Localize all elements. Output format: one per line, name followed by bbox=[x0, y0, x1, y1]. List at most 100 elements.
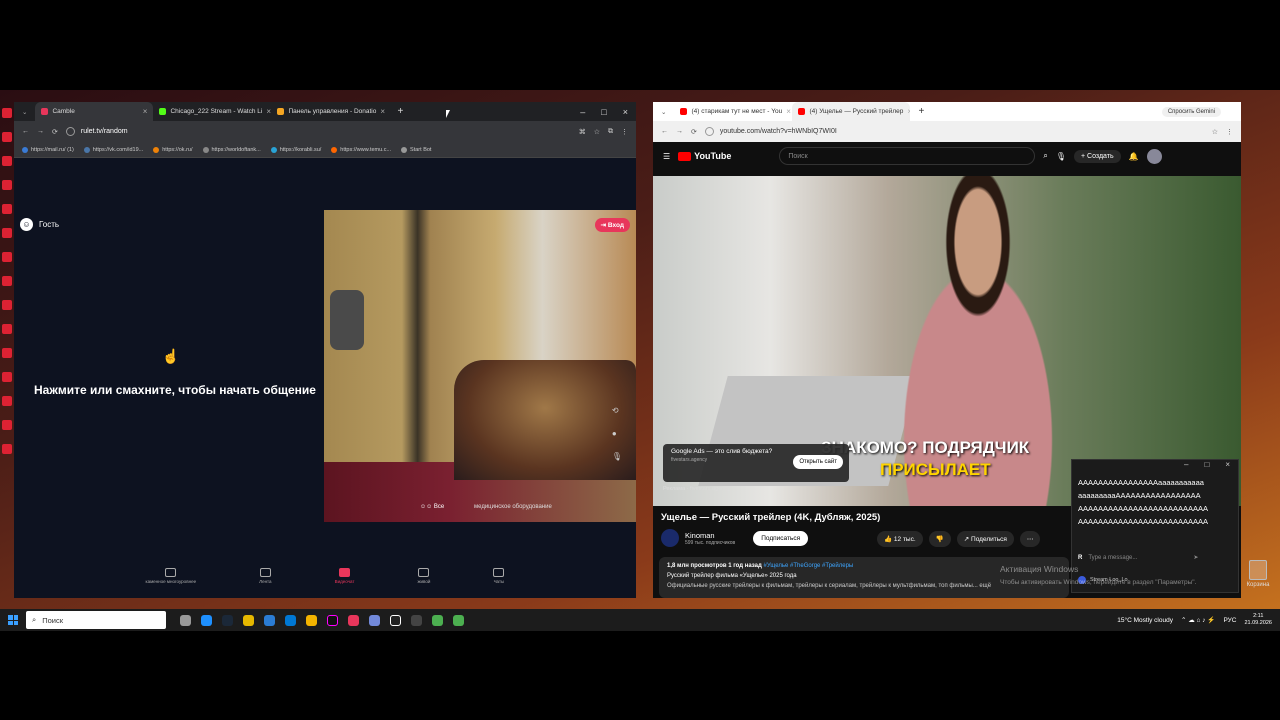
maximize-button[interactable]: □ bbox=[601, 107, 606, 117]
tab-donation-panel[interactable]: Панель управления - Donatio × bbox=[271, 102, 389, 121]
star-icon[interactable]: ☆ bbox=[594, 128, 600, 136]
search-input[interactable]: Поиск bbox=[779, 147, 1036, 165]
mic-icon[interactable]: 🎙 bbox=[612, 452, 622, 461]
bookmark-mail[interactable]: https://mail.ru/ (1) bbox=[22, 146, 74, 153]
ad-banner[interactable]: Google Ads — это слив бюджета? fivestars… bbox=[663, 444, 849, 482]
reload-icon[interactable]: ⟳ bbox=[691, 128, 697, 136]
close-window-button[interactable]: × bbox=[623, 107, 628, 117]
reload-icon[interactable]: ⟳ bbox=[52, 128, 58, 136]
channel-avatar[interactable] bbox=[661, 529, 679, 547]
site-info-icon[interactable] bbox=[704, 127, 714, 136]
steam-icon[interactable] bbox=[222, 614, 233, 626]
bell-icon[interactable]: 🔔 bbox=[1129, 152, 1139, 161]
feed-icon bbox=[259, 568, 271, 577]
login-button[interactable]: ⇥ Вход bbox=[594, 218, 630, 232]
maximize-button[interactable]: □ bbox=[1204, 460, 1209, 474]
bookmark-temu[interactable]: https://www.temu.c... bbox=[331, 146, 391, 153]
close-icon[interactable]: × bbox=[786, 107, 791, 116]
bookmark-ok[interactable]: https://ok.ru/ bbox=[153, 146, 193, 153]
dislike-button[interactable]: 👎 bbox=[928, 531, 951, 547]
url-field[interactable]: youtube.com/watch?v=hWNbIQ7WI0I bbox=[720, 128, 837, 135]
user-icon: ☺ bbox=[20, 218, 33, 231]
back-icon[interactable]: ← bbox=[22, 128, 29, 135]
start-chat-prompt[interactable]: Нажмите или смахните, чтобы начать общен… bbox=[34, 383, 316, 397]
app-icon[interactable] bbox=[348, 614, 359, 626]
extensions-icon[interactable]: ⧉ bbox=[608, 128, 613, 136]
nav-item-videochat[interactable]: Видеочат bbox=[335, 568, 354, 598]
open-site-button[interactable]: Открыть сайт bbox=[793, 455, 843, 469]
minimize-button[interactable]: – bbox=[1184, 460, 1188, 474]
create-button[interactable]: + Создать bbox=[1073, 149, 1121, 163]
youtube-logo[interactable]: YouTube bbox=[678, 151, 731, 161]
close-icon[interactable]: × bbox=[143, 107, 148, 116]
new-tab-button[interactable]: + bbox=[389, 106, 411, 117]
edge-alt-icon[interactable] bbox=[285, 614, 296, 626]
chat-input[interactable]: R Type a message... ➤ bbox=[1078, 554, 1198, 562]
edge-icon[interactable] bbox=[201, 614, 212, 626]
app-icon[interactable] bbox=[411, 614, 422, 626]
mic-icon[interactable]: 🎙 bbox=[1056, 152, 1066, 161]
task-view-icon[interactable] bbox=[180, 614, 191, 626]
minimize-button[interactable]: – bbox=[580, 107, 585, 117]
more-button[interactable]: ⋯ bbox=[1019, 531, 1041, 547]
forward-icon[interactable]: → bbox=[37, 128, 44, 135]
tiktok-icon[interactable] bbox=[327, 614, 338, 626]
close-window-button[interactable]: × bbox=[1225, 460, 1230, 474]
bookmark-wot[interactable]: https://worldoftank... bbox=[202, 146, 261, 153]
nav-item-feed[interactable]: Лента bbox=[259, 568, 272, 598]
clock[interactable]: 2:11 21.09.2026 bbox=[1244, 613, 1272, 627]
site-info-icon[interactable] bbox=[65, 127, 75, 136]
guest-profile[interactable]: ☺ Гость bbox=[20, 218, 59, 231]
app-icon[interactable] bbox=[243, 614, 254, 626]
search-icon[interactable]: ⌕ bbox=[1043, 151, 1047, 161]
close-icon[interactable]: × bbox=[380, 107, 385, 116]
send-icon[interactable]: ➤ bbox=[1193, 554, 1198, 561]
channel-name[interactable]: Kinoman bbox=[685, 531, 735, 540]
bookmark-vk[interactable]: https://vk.com/id19... bbox=[83, 146, 143, 153]
chrome-icon[interactable] bbox=[453, 614, 464, 626]
discord-icon[interactable] bbox=[369, 614, 380, 626]
tab-list-icon[interactable]: ⌄ bbox=[14, 108, 35, 116]
bookmark-korabli[interactable]: https://korabli.su/ bbox=[270, 146, 321, 153]
tab-youtube-1[interactable]: (4) старикам тут не мест - You × bbox=[674, 102, 792, 121]
windows-start-icon[interactable] bbox=[8, 615, 18, 625]
star-icon[interactable]: ☆ bbox=[1212, 128, 1218, 136]
desktop-icons-column[interactable] bbox=[0, 90, 14, 610]
url-field[interactable]: rulet.tv/random bbox=[81, 128, 128, 135]
like-button[interactable]: 👍 12 тыс. bbox=[877, 531, 923, 547]
menu-icon[interactable]: ⋮ bbox=[1226, 128, 1233, 136]
filter-all[interactable]: ☺☺ Все bbox=[420, 504, 444, 510]
nav-item-live[interactable]: живой bbox=[418, 568, 430, 598]
back-icon[interactable]: ← bbox=[661, 128, 668, 135]
taskbar-search[interactable]: ⌕ Поиск bbox=[26, 611, 166, 629]
forward-icon[interactable]: → bbox=[676, 128, 683, 135]
tab-list-icon[interactable]: ⌄ bbox=[653, 108, 674, 116]
chrome-icon[interactable] bbox=[432, 614, 443, 626]
tab-camble[interactable]: Camble × bbox=[35, 102, 154, 121]
language-indicator[interactable]: РУС bbox=[1223, 617, 1236, 624]
share-button[interactable]: ↗ Поделиться bbox=[956, 531, 1014, 547]
gemini-button[interactable]: Спросить Gemini bbox=[1161, 106, 1221, 117]
folder-icon[interactable] bbox=[306, 614, 317, 626]
weather-widget[interactable]: 15°C Mostly cloudy bbox=[1117, 617, 1173, 624]
menu-icon[interactable]: ⋮ bbox=[621, 128, 628, 136]
settings-dot-icon[interactable]: ● bbox=[612, 429, 622, 438]
bookmarks-bar: https://mail.ru/ (1) https://vk.com/id19… bbox=[14, 142, 636, 158]
subscribe-button[interactable]: Подписаться bbox=[753, 530, 809, 546]
new-tab-button[interactable]: + bbox=[910, 106, 932, 117]
tab-youtube-2[interactable]: (4) Ущелье — Русский трейлер × bbox=[792, 102, 911, 121]
video-player[interactable]: ЗНАКОМО? ПОДРЯДЧИК ПРИСЫЛАЕТ Google Ads … bbox=[653, 176, 1241, 506]
tab-chicago-stream[interactable]: Chicago_222 Stream - Watch Li × bbox=[153, 102, 271, 121]
tray-icons[interactable]: ⌃ ☁ ⌂ ♪ ⚡ bbox=[1181, 616, 1215, 624]
translate-icon[interactable]: ⌘ bbox=[579, 128, 586, 136]
switch-camera-icon[interactable]: ⟲ bbox=[612, 406, 622, 415]
nav-item-0[interactable]: каменное многоуровнее bbox=[146, 568, 196, 598]
app-icon[interactable] bbox=[264, 614, 275, 626]
hamburger-icon[interactable]: ☰ bbox=[663, 152, 670, 161]
nav-item-chats[interactable]: Чаты bbox=[493, 568, 505, 598]
close-icon[interactable]: × bbox=[266, 107, 271, 116]
r-app-icon[interactable] bbox=[390, 614, 401, 626]
avatar[interactable] bbox=[1146, 148, 1162, 164]
bookmark-start-bot[interactable]: Start Bot bbox=[401, 146, 431, 153]
recycle-bin-icon[interactable]: Корзина bbox=[1244, 560, 1272, 588]
